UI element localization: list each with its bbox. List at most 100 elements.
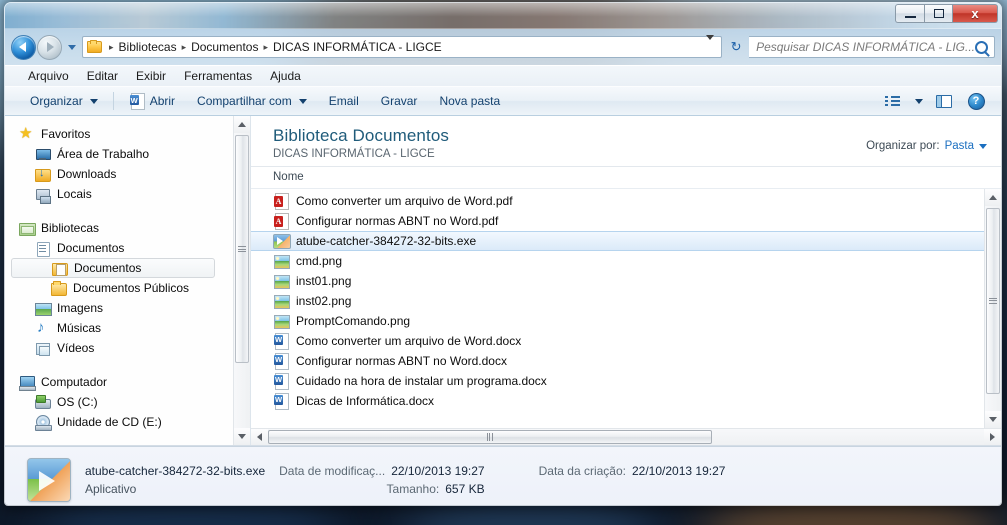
email-button[interactable]: Email [318, 90, 370, 112]
sidebar-item-label: Unidade de CD (E:) [57, 415, 162, 429]
scrollbar-thumb[interactable] [986, 207, 1000, 394]
new-folder-button[interactable]: Nova pasta [428, 90, 511, 112]
file-list-item[interactable]: inst02.png [251, 291, 984, 311]
file-list-item[interactable]: cmd.png [251, 251, 984, 271]
file-list-item[interactable]: Configurar normas ABNT no Word.pdf [251, 211, 984, 231]
cd-drive-icon [35, 414, 52, 431]
file-list-item[interactable]: Como converter um arquivo de Word.pdf [251, 191, 984, 211]
scroll-down-button[interactable] [234, 428, 250, 445]
address-bar-row: ▸ Bibliotecas ▸ Documentos ▸ DICAS INFOR… [5, 29, 1001, 65]
navigation-pane-scrollbar[interactable] [233, 116, 250, 445]
address-dropdown-button[interactable] [701, 35, 719, 54]
title-bar[interactable]: x [5, 3, 1001, 29]
menu-item-ferramentas[interactable]: Ferramentas [175, 67, 261, 85]
search-box[interactable]: Pesquisar DICAS INFORMÁTICA - LIG... [749, 36, 995, 58]
window-controls: x [895, 4, 998, 23]
scrollbar-thumb[interactable] [235, 135, 249, 363]
scrollbar-track[interactable] [268, 429, 984, 445]
sidebar-item-os-c[interactable]: OS (C:) [5, 392, 233, 412]
column-header-nome[interactable]: Nome [273, 169, 310, 185]
change-view-dropdown[interactable] [909, 90, 927, 112]
share-with-button[interactable]: Compartilhar com [186, 90, 318, 112]
sidebar-item-biblioteca-documentos[interactable]: Documentos [5, 238, 233, 258]
refresh-button[interactable]: ↻ [725, 36, 747, 58]
burn-label: Gravar [380, 94, 418, 108]
recent-locations-button[interactable] [65, 37, 79, 57]
folder-documents-icon [52, 261, 68, 276]
file-list-item-selected[interactable]: atube-catcher-384272-32-bits.exe [251, 230, 984, 251]
sidebar-item-downloads[interactable]: Downloads [5, 164, 233, 184]
breadcrumb-item-dicas-informatica[interactable]: DICAS INFORMÁTICA - LIGCE [272, 40, 443, 54]
content-pane: Biblioteca Documentos DICAS INFORMÁTICA … [251, 116, 1001, 445]
file-list-item[interactable]: Cuidado na hora de instalar um programa.… [251, 371, 984, 391]
sidebar-item-area-de-trabalho[interactable]: Área de Trabalho [5, 144, 233, 164]
sidebar-item-musicas[interactable]: Músicas [5, 318, 233, 338]
menu-item-exibir[interactable]: Exibir [127, 67, 175, 85]
breadcrumb-item-documentos[interactable]: Documentos [190, 40, 259, 54]
sidebar-item-documentos-folder[interactable]: Documentos [11, 258, 215, 278]
sidebar-item-documentos-publicos[interactable]: Documentos Públicos [5, 278, 233, 298]
scrollbar-track[interactable] [985, 205, 1001, 411]
file-list-item[interactable]: Como converter um arquivo de Word.docx [251, 331, 984, 351]
sidebar-item-label: Computador [41, 375, 108, 389]
sidebar-item-computador[interactable]: Computador [5, 372, 233, 392]
show-preview-pane-button[interactable] [929, 90, 959, 112]
scrollbar-track[interactable] [234, 133, 250, 428]
arrange-by-control[interactable]: Organizar por: Pasta [866, 126, 987, 152]
preview-pane-icon [936, 94, 952, 108]
file-name: inst01.png [296, 273, 352, 288]
file-list-item[interactable]: Configurar normas ABNT no Word.docx [251, 351, 984, 371]
scroll-right-button[interactable] [984, 429, 1001, 445]
sidebar-item-imagens[interactable]: Imagens [5, 298, 233, 318]
file-name: cmd.png [296, 253, 343, 268]
details-created: Data da criação: 22/10/2013 19:27 [539, 464, 726, 496]
file-list-item[interactable]: Dicas de Informática.docx [251, 391, 984, 411]
explorer-window: x ▸ Bibliotecas ▸ Documentos ▸ DICAS INF… [4, 2, 1002, 506]
help-button[interactable]: ? [961, 90, 991, 112]
chevron-down-icon [915, 98, 923, 104]
change-view-button[interactable] [877, 90, 907, 112]
library-titles: Biblioteca Documentos DICAS INFORMÁTICA … [273, 126, 866, 160]
close-button[interactable]: x [953, 4, 998, 23]
open-button[interactable]: Abrir [118, 89, 186, 113]
search-input[interactable]: Pesquisar DICAS INFORMÁTICA - LIG... [756, 40, 975, 54]
back-button[interactable] [11, 34, 36, 60]
sidebar-item-locais[interactable]: Locais [5, 184, 233, 204]
scroll-up-button[interactable] [234, 116, 250, 133]
scroll-down-button[interactable] [985, 411, 1001, 428]
file-list-item[interactable]: inst01.png [251, 271, 984, 291]
page-title: Biblioteca Documentos [273, 126, 449, 145]
scrollbar-thumb[interactable] [268, 430, 712, 444]
organize-button[interactable]: Organizar [19, 90, 109, 112]
details-modified-label: Data de modificaç... [279, 463, 386, 478]
share-label: Compartilhar com [197, 94, 292, 108]
maximize-button[interactable] [924, 4, 953, 23]
sidebar-item-favoritos[interactable]: Favoritos [5, 124, 233, 144]
file-list-item[interactable]: PromptComando.png [251, 311, 984, 331]
menu-item-editar[interactable]: Editar [78, 67, 127, 85]
details-size-value: 657 KB [445, 481, 485, 496]
sidebar-item-unidade-de-cd-e[interactable]: Unidade de CD (E:) [5, 412, 233, 432]
arrange-by-value[interactable]: Pasta [945, 140, 974, 152]
email-label: Email [328, 94, 359, 108]
details-pane: atube-catcher-384272-32-bits.exe Aplicat… [5, 446, 1001, 505]
forward-button[interactable] [37, 34, 62, 60]
burn-button[interactable]: Gravar [370, 90, 429, 112]
sidebar-item-videos[interactable]: Vídeos [5, 338, 233, 358]
sidebar-item-bibliotecas[interactable]: Bibliotecas [5, 218, 233, 238]
scrollbar-grip-icon [989, 297, 997, 304]
file-list-horizontal-scrollbar[interactable] [251, 428, 1001, 445]
new-folder-label: Nova pasta [439, 94, 501, 108]
scroll-left-button[interactable] [251, 429, 268, 445]
pdf-file-icon [273, 192, 289, 210]
menu-item-ajuda[interactable]: Ajuda [261, 67, 310, 85]
png-file-icon [273, 293, 290, 309]
menu-item-arquivo[interactable]: Arquivo [19, 67, 78, 85]
breadcrumb-item-bibliotecas[interactable]: Bibliotecas [118, 40, 178, 54]
nav-group-computador: Computador OS (C:) Unidade de CD (E:) [5, 372, 233, 432]
minimize-button[interactable] [895, 4, 924, 23]
file-list-scrollbar[interactable] [984, 188, 1001, 428]
scroll-up-button[interactable] [985, 188, 1001, 206]
address-breadcrumb-bar[interactable]: ▸ Bibliotecas ▸ Documentos ▸ DICAS INFOR… [82, 35, 723, 58]
